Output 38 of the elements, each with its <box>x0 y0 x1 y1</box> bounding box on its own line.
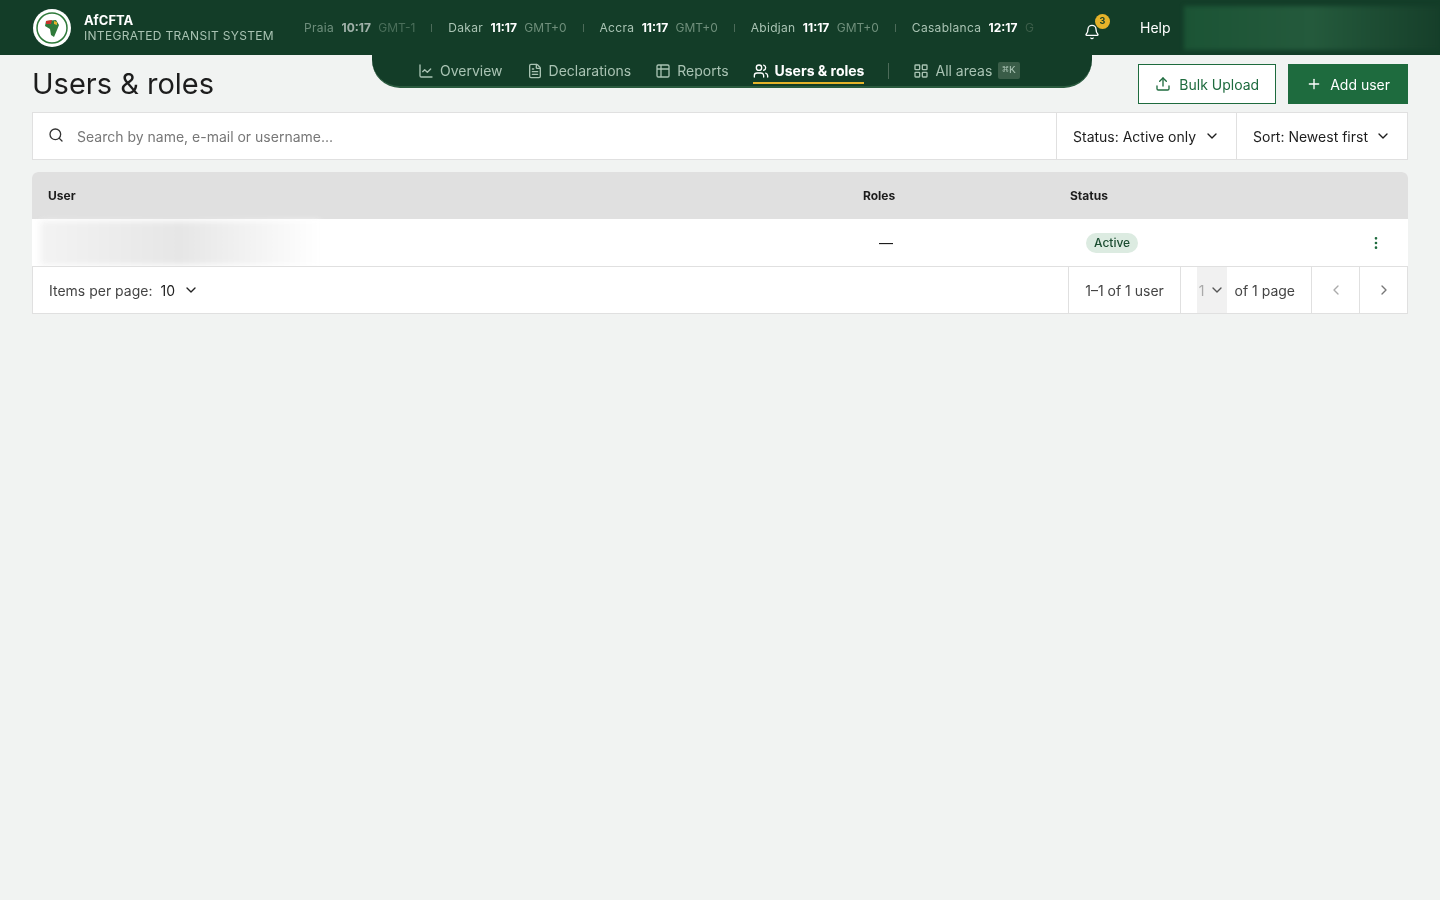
brand-name: AfCFTA <box>84 11 135 28</box>
column-header: Roles <box>863 186 897 205</box>
search-icon <box>48 127 64 143</box>
page-title: Users & roles <box>32 66 216 102</box>
add-user-button[interactable]: Add user <box>1288 64 1408 104</box>
status-filter-dropdown[interactable]: Status: Active only <box>1057 112 1237 160</box>
world-clock: Abidjan 11:17 GMT+0 <box>750 18 879 37</box>
shortcut-key: ⌘K <box>998 62 1020 79</box>
items-per-page-dropdown[interactable]: 10 <box>160 279 199 301</box>
items-per-page-label: Items per page: <box>49 280 153 301</box>
all-areas-button[interactable]: All areas ⌘K <box>913 60 1020 81</box>
document-icon <box>526 62 543 79</box>
status-badge: Active <box>1086 232 1139 253</box>
upload-icon <box>1155 76 1172 92</box>
users-icon <box>752 62 769 79</box>
page-count: of 1 page <box>1234 280 1295 301</box>
brand-subtitle: INTEGRATED TRANSIT SYSTEM <box>84 27 275 44</box>
roles-cell-text: — <box>879 233 894 253</box>
column-header: Status <box>1070 186 1108 205</box>
notifications-button[interactable]: 3 <box>1080 11 1114 44</box>
search-field[interactable]: Search by name, e-mail or username... <box>32 112 1057 160</box>
column-header: User <box>48 186 77 205</box>
nav-tab[interactable]: Declarations <box>526 59 632 84</box>
chart-icon <box>418 62 434 79</box>
grid-icon <box>913 62 930 79</box>
world-clock: Accra 11:17 GMT+0 <box>599 18 718 37</box>
logo <box>32 7 72 48</box>
nav-tab[interactable]: Users & roles <box>752 59 865 84</box>
range-text: 1–1 of 1 user <box>1068 267 1180 313</box>
nav-tab[interactable]: Overview <box>418 59 503 84</box>
bell-icon <box>1084 23 1100 40</box>
help-link[interactable]: Help <box>1140 17 1171 38</box>
bulk-upload-button[interactable]: Bulk Upload <box>1138 64 1277 104</box>
notification-count: 3 <box>1095 13 1110 29</box>
world-clock: Dakar 11:17 GMT+0 <box>448 18 567 37</box>
table-icon <box>655 62 672 79</box>
nav-tab[interactable]: Reports <box>655 59 729 84</box>
sort-dropdown[interactable]: Sort: Newest first <box>1237 112 1408 160</box>
